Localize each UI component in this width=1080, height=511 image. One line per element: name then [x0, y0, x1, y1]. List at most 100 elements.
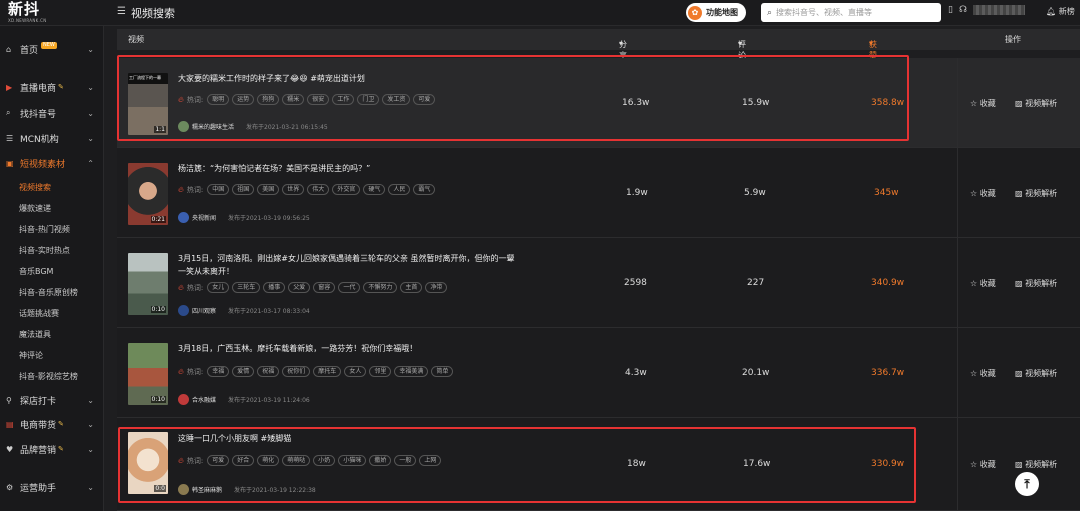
function-map-button[interactable]: ✿ 功能地图 [686, 3, 746, 22]
tag[interactable]: 爱情 [232, 366, 255, 377]
search-box[interactable]: ⌕ [761, 3, 941, 22]
column-separator [957, 238, 958, 327]
star-icon: ☆ [970, 369, 978, 378]
tag[interactable]: 邻里 [369, 366, 392, 377]
tag[interactable]: 父爱 [288, 282, 311, 293]
sidebar-item-ops-assistant[interactable]: ⚙ 运营助手 ⌄ [0, 478, 104, 496]
back-to-top-button[interactable]: ⤒ [1015, 472, 1039, 496]
sidebar-item-live-commerce[interactable]: ▶ 直播电商 ✎ ⌄ [0, 78, 104, 96]
headset-icon[interactable]: ☊ [959, 5, 967, 15]
avatar[interactable] [178, 212, 189, 223]
tag[interactable]: 祝福 [257, 366, 280, 377]
sidebar-subitem-video-search[interactable]: 视频搜索 [19, 182, 51, 193]
cart-icon: ▤ [6, 419, 14, 429]
video-title[interactable]: 3月15日，河南洛阳。刚出嫁#女儿回娘家偶遇骑着三轮车的父亲 虽然暂时离开你，但… [178, 252, 518, 278]
chevron-down-icon: ⌄ [87, 108, 94, 118]
tag[interactable]: 简单 [431, 366, 454, 377]
tag[interactable]: 中国 [207, 184, 230, 195]
sidebar-item-video-material[interactable]: ▣ 短视频素材 ⌃ [0, 154, 104, 172]
table-row[interactable]: 0:10 3月18日，广西玉林。摩托车载着新娘，一路芬芳！祝你们幸福哦！ 🔥︎ … [117, 328, 1080, 418]
video-thumbnail[interactable]: 0:21 [128, 163, 168, 225]
sidebar-subitem[interactable]: 爆款速递 [19, 203, 51, 214]
collect-label: 收藏 [979, 279, 996, 288]
collect-button[interactable]: ☆ 收藏 [970, 368, 996, 379]
sidebar-subitem[interactable]: 抖音-热门视频 [19, 224, 70, 235]
analyze-button[interactable]: ▨ 视频解析 [1015, 278, 1057, 289]
sidebar-subitem[interactable]: 抖音-实时热点 [19, 245, 70, 256]
comments-count: 227 [747, 278, 765, 288]
tag[interactable]: 美国 [257, 184, 280, 195]
chevron-down-icon: ⌄ [87, 82, 94, 92]
fire-icon: 🔥︎ [178, 366, 184, 376]
shares-count: 4.3w [625, 368, 647, 378]
analyze-button[interactable]: ▨ 视频解析 [1015, 188, 1057, 199]
tag[interactable]: 三轮车 [232, 282, 261, 293]
tag[interactable]: 世界 [282, 184, 305, 195]
sidebar-item-find-account[interactable]: ⌕ 找抖音号 ⌄ [0, 104, 104, 122]
analyze-button[interactable]: ▨ 视频解析 [1015, 459, 1057, 470]
tag[interactable]: 播事 [263, 282, 286, 293]
tag[interactable]: 不懈努力 [363, 282, 398, 293]
collect-button[interactable]: ☆ 收藏 [970, 278, 996, 289]
table-row[interactable]: 0:10 3月15日，河南洛阳。刚出嫁#女儿回娘家偶遇骑着三轮车的父亲 虽然暂时… [117, 238, 1080, 328]
video-title[interactable]: 3月18日，广西玉林。摩托车载着新娘，一路芬芳！祝你们幸福哦！ [178, 342, 518, 355]
sidebar-subitem[interactable]: 魔法道具 [19, 329, 51, 340]
tag[interactable]: 一代 [338, 282, 361, 293]
sidebar-item-brand-marketing[interactable]: ♥ 品牌营销 ✎ ⌄ [0, 440, 104, 458]
tag[interactable]: 摩托车 [313, 366, 342, 377]
hot-words-label: 热词: [186, 185, 204, 194]
tag[interactable]: 外交官 [332, 184, 361, 195]
collect-button[interactable]: ☆ 收藏 [970, 459, 996, 470]
video-title[interactable]: 杨洁篪：“为何害怕记者在场？美国不是讲民主的吗？” [178, 162, 518, 175]
video-thumbnail[interactable]: 0:10 [128, 343, 168, 405]
analyze-label: 视频解析 [1025, 279, 1058, 288]
video-thumbnail[interactable]: 0:10 [128, 253, 168, 315]
analyze-button[interactable]: ▨ 视频解析 [1015, 98, 1057, 109]
tag[interactable]: 伟大 [307, 184, 330, 195]
sidebar-subitem[interactable]: 抖音-影视综艺榜 [19, 371, 78, 382]
sidebar-item-home[interactable]: ⌂ 首页 NEW ⌄ [0, 40, 104, 58]
analyze-label: 视频解析 [1025, 460, 1058, 469]
likes-count: 345w [874, 188, 899, 198]
sidebar-item-label: 找抖音号 [20, 109, 57, 120]
tag[interactable]: 女儿 [207, 282, 230, 293]
notification-button[interactable]: 🔔︎ 新榜 [1046, 6, 1075, 17]
sidebar-subitem[interactable]: 音乐BGM [19, 266, 53, 277]
collect-button[interactable]: ☆ 收藏 [970, 188, 996, 199]
sidebar-subitem[interactable]: 抖音-音乐原创榜 [19, 287, 78, 298]
tag[interactable]: 主首 [400, 282, 423, 293]
menu-toggle-icon[interactable]: ☰ [117, 6, 126, 17]
search-input[interactable] [776, 8, 927, 17]
sidebar-item-mcn[interactable]: ☰ MCN机构 ⌄ [0, 129, 104, 147]
tag[interactable]: 幸福 [207, 366, 230, 377]
chevron-down-icon: ⌄ [87, 444, 94, 454]
vip-icon: ✎ [58, 420, 64, 428]
table-row[interactable]: 0:21 杨洁篪：“为何害怕记者在场？美国不是讲民主的吗？” 🔥︎ 热词: 中国… [117, 148, 1080, 238]
sidebar-item-ecommerce[interactable]: ▤ 电商带货 ✎ ⌄ [0, 415, 104, 433]
tag[interactable]: 窗容 [313, 282, 336, 293]
analyze-button[interactable]: ▨ 视频解析 [1015, 368, 1057, 379]
tag[interactable]: 幸福美满 [394, 366, 429, 377]
tag[interactable]: 祖国 [232, 184, 255, 195]
avatar[interactable] [178, 305, 189, 316]
sidebar-item-store-checkin[interactable]: ⚲ 探店打卡 ⌄ [0, 391, 104, 409]
logo[interactable]: 新抖 XD.NEWRANK.CN [8, 2, 98, 24]
location-icon: ⚲ [6, 395, 12, 405]
tag[interactable]: 人民 [388, 184, 411, 195]
tag[interactable]: 祝你们 [282, 366, 311, 377]
tag[interactable]: 霸气 [413, 184, 436, 195]
star-icon: ☆ [970, 99, 978, 108]
avatar[interactable] [178, 394, 189, 405]
user-account-blurred[interactable] [972, 5, 1025, 15]
collect-button[interactable]: ☆ 收藏 [970, 98, 996, 109]
author-name[interactable]: 合水融媒 [192, 395, 216, 404]
mobile-icon[interactable]: ▯ [948, 5, 953, 15]
tag[interactable]: 净带 [425, 282, 448, 293]
author-name[interactable]: 四川观察 [192, 306, 216, 315]
comments-count: 20.1w [742, 368, 770, 378]
sidebar-subitem[interactable]: 话题挑战赛 [19, 308, 59, 319]
sidebar-subitem[interactable]: 神评论 [19, 350, 43, 361]
tag[interactable]: 硬气 [363, 184, 386, 195]
tag[interactable]: 女人 [344, 366, 367, 377]
author-name[interactable]: 央视新闻 [192, 213, 216, 222]
